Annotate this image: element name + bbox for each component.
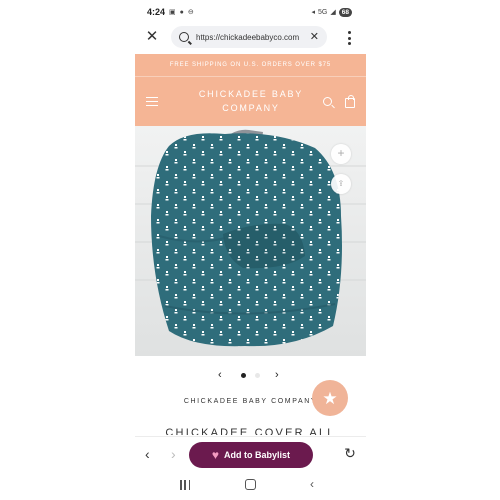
browser-back-button[interactable]: ‹ (145, 446, 150, 462)
share-button[interactable]: ⇪ (331, 174, 351, 194)
star-icon: ★ (322, 388, 338, 408)
screenshot-icon: ▣ (169, 9, 176, 16)
add-to-babylist-label: Add to Babylist (224, 450, 291, 460)
header-search-icon[interactable] (323, 97, 332, 106)
car-seat-cover-illustration (135, 126, 366, 356)
search-icon (179, 32, 189, 42)
browser-forward-button[interactable]: › (171, 446, 176, 462)
browser-menu-button[interactable] (344, 29, 354, 47)
network-label: 5G (318, 8, 328, 16)
store-header: FREE SHIPPING ON U.S. ORDERS OVER $75 CH… (135, 54, 366, 126)
add-to-babylist-button[interactable]: ♥ Add to Babylist (189, 442, 313, 468)
address-bar[interactable]: https://chickadeebabyco.com ✕ (171, 26, 327, 48)
carousel-prev-button[interactable]: ‹ (218, 367, 222, 383)
home-icon[interactable] (245, 479, 256, 490)
hamburger-menu-icon[interactable] (146, 97, 158, 106)
dnd-icon: ⊖ (187, 9, 194, 16)
carousel-dot-active[interactable] (241, 373, 246, 378)
carousel-dot[interactable] (255, 373, 260, 378)
brand-line-1: CHICKADEE BABY (198, 89, 304, 99)
product-image[interactable]: + ⇪ (135, 126, 366, 356)
heart-icon: ♥ (211, 448, 220, 462)
battery-indicator: 68 (338, 7, 352, 17)
signal-icon: ◢ (330, 9, 336, 16)
phone-screen: 4:24 ▣ ● ⊖ ◂ 5G ◢ 68 ✕ https://chickadee… (135, 0, 366, 500)
status-bar: 4:24 ▣ ● ⊖ ◂ 5G ◢ 68 (135, 0, 366, 24)
cart-bag-icon[interactable] (345, 95, 355, 108)
bottom-toolbar: ‹ › ♥ Add to Babylist ↻ (135, 436, 366, 472)
system-nav-bar: ‹ (135, 472, 366, 500)
browser-url-bar: ✕ https://chickadeebabyco.com ✕ (135, 24, 366, 52)
banner-divider (135, 76, 366, 77)
carousel-next-button[interactable]: › (275, 367, 279, 383)
close-tab-button[interactable]: ✕ (145, 29, 159, 44)
zoom-button[interactable]: + (331, 144, 351, 164)
shipping-banner: FREE SHIPPING ON U.S. ORDERS OVER $75 (169, 62, 332, 68)
brand-line-2: COMPANY (222, 103, 280, 113)
recents-icon[interactable] (180, 480, 190, 490)
status-time: 4:24 (147, 7, 166, 17)
rewards-button[interactable]: ★ (312, 380, 348, 416)
message-icon: ● (179, 8, 184, 16)
url-text: https://chickadeebabyco.com (196, 32, 300, 42)
product-title: CHICKADEE COVER ALL (165, 427, 336, 435)
clear-url-button[interactable]: ✕ (310, 30, 319, 44)
store-logo[interactable]: CHICKADEE BABY COMPANY (175, 87, 327, 115)
back-icon[interactable]: ‹ (310, 477, 314, 491)
mute-icon: ◂ (311, 9, 316, 16)
refresh-icon[interactable]: ↻ (342, 445, 358, 461)
